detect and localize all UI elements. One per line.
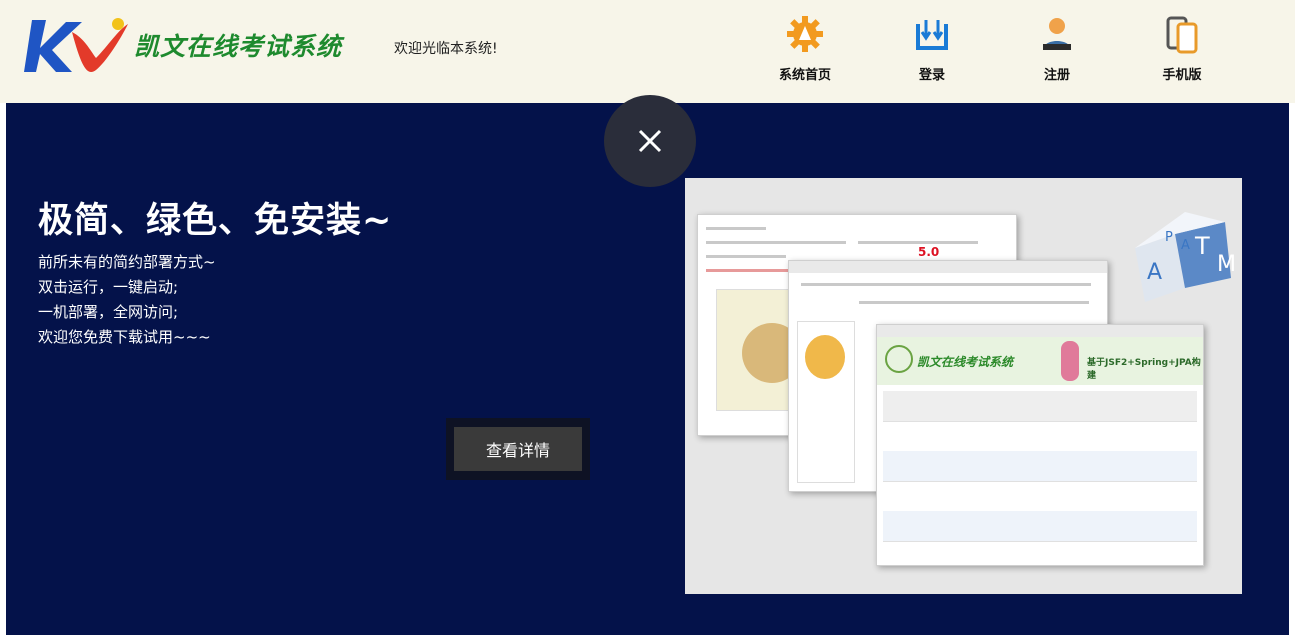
- banner-title: 凯文在线考试系统: [917, 355, 1014, 369]
- user-icon: [1035, 12, 1079, 56]
- gear-icon: [783, 12, 827, 56]
- site-logo[interactable]: 凯文在线考试系统: [22, 10, 342, 80]
- cube-letter: A: [1147, 260, 1163, 285]
- nav-home[interactable]: 系统首页: [760, 12, 850, 83]
- nav-home-label: 系统首页: [778, 68, 831, 83]
- desc-line: 双击运行，一键启动;: [38, 278, 179, 296]
- top-header: 凯文在线考试系统 欢迎光临本系统! 系统首页 登录 注册 手机版: [0, 0, 1295, 103]
- cube-letter: M: [1217, 252, 1236, 277]
- welcome-text: 欢迎光临本系统!: [394, 41, 498, 57]
- detail-button-frame: 查看详情: [446, 418, 590, 480]
- score-value: 5.0: [918, 245, 940, 259]
- nav-login[interactable]: 登录: [887, 12, 977, 83]
- cube-graphic: A P A T M: [1125, 208, 1236, 304]
- close-icon: [638, 129, 662, 153]
- desc-line: 欢迎您免费下载试用~~~: [38, 328, 211, 346]
- nav-login-label: 登录: [918, 68, 945, 83]
- screenshot-window: 凯文在线考试系统 基于JSF2+Spring+JPA构建: [876, 324, 1204, 566]
- nav-register[interactable]: 注册: [1012, 12, 1102, 83]
- logo-text: 凯文在线考试系统: [134, 32, 343, 61]
- cube-letter: A: [1181, 238, 1190, 253]
- desc-line: 前所未有的简约部署方式~: [38, 253, 216, 271]
- promo-screenshot: 5.0 凯文在线考试系统 基于JSF2+Spring+JPA构建 A P A T…: [685, 178, 1242, 594]
- banner-subtitle: 基于JSF2+Spring+JPA构建: [1087, 358, 1201, 381]
- cube-letter: T: [1195, 232, 1210, 260]
- nav-register-label: 注册: [1043, 68, 1070, 83]
- slide-description: 前所未有的简约部署方式~ 双击运行，一键启动; 一机部署，全网访问; 欢迎您免费…: [38, 250, 216, 350]
- login-icon: [910, 12, 954, 56]
- close-button[interactable]: [604, 95, 696, 187]
- logo-mark-icon: [22, 10, 130, 80]
- slide-headline: 极简、绿色、免安装~: [38, 201, 393, 241]
- nav-mobile-label: 手机版: [1162, 68, 1202, 83]
- cube-letter: P: [1165, 230, 1173, 245]
- nav-mobile[interactable]: 手机版: [1137, 12, 1227, 83]
- phone-icon: [1160, 12, 1204, 56]
- desc-line: 一机部署，全网访问;: [38, 303, 179, 321]
- view-details-button[interactable]: 查看详情: [454, 427, 582, 471]
